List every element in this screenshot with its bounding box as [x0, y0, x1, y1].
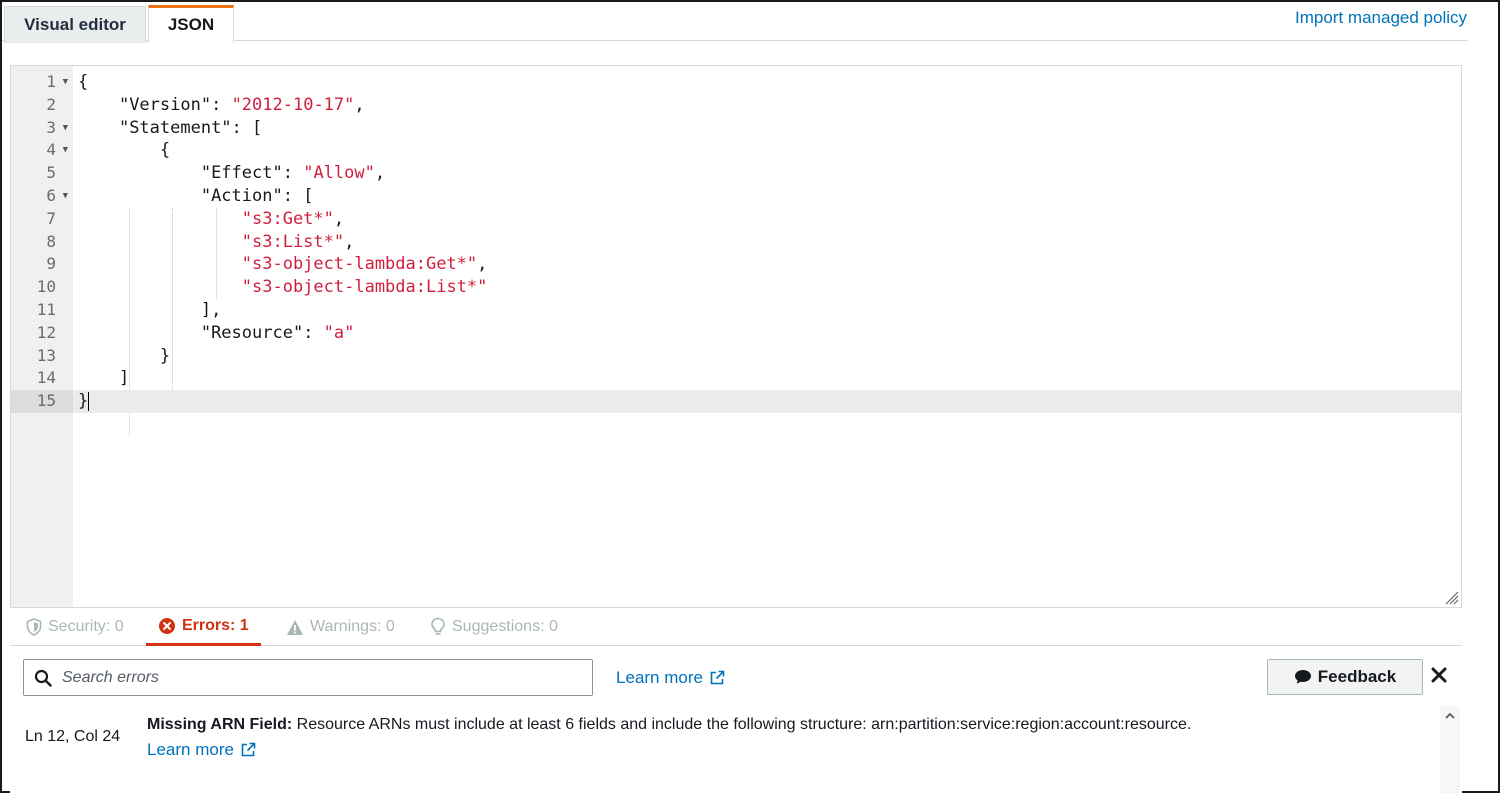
error-title: Missing ARN Field:: [147, 716, 293, 733]
tab-warnings[interactable]: Warnings: 0: [282, 608, 399, 646]
line-number: 10: [36, 277, 56, 297]
resize-handle-icon[interactable]: [1443, 589, 1459, 605]
close-icon[interactable]: [1430, 666, 1448, 684]
code-line: 11 ],: [11, 299, 1461, 322]
code-line: 4 ▼ {: [11, 139, 1461, 162]
feedback-button[interactable]: Feedback: [1267, 659, 1423, 695]
line-number: 1 ▼: [11, 71, 73, 94]
shield-icon: [26, 618, 42, 636]
editor-tabbar: Visual editor JSON: [2, 2, 1468, 43]
line-number: 6 ▼: [11, 185, 73, 208]
line-number: 2: [46, 94, 56, 114]
warning-triangle-icon: [287, 619, 303, 635]
fold-arrow-icon[interactable]: ▼: [63, 117, 68, 140]
fold-arrow-icon[interactable]: ▼: [63, 71, 68, 94]
code-lines: 1 ▼ { 2 "Version": "2012-10-17", 3 ▼ "Stat…: [11, 71, 1461, 413]
tab-errors[interactable]: Errors: 1: [146, 608, 261, 646]
tab-security[interactable]: Security: 0: [22, 608, 128, 646]
code-line: 9 "s3-object-lambda:Get*",: [11, 253, 1461, 276]
speech-bubble-icon: [1294, 670, 1311, 684]
code-line: 10 "s3-object-lambda:List*": [11, 276, 1461, 299]
lightbulb-icon: [431, 617, 445, 635]
code-line: 3 ▼ "Statement": [: [11, 117, 1461, 140]
search-errors-input[interactable]: [62, 668, 562, 687]
external-link-icon: [710, 670, 725, 685]
line-number: 8: [46, 231, 56, 251]
code-line: 2 "Version": "2012-10-17",: [11, 94, 1461, 117]
error-message: Missing ARN Field: Resource ARNs must in…: [147, 716, 1191, 734]
fold-arrow-icon[interactable]: ▼: [63, 185, 68, 208]
line-number: 14: [36, 368, 56, 388]
code-line: 14 ]: [11, 367, 1461, 390]
line-number: 5: [46, 163, 56, 183]
import-managed-policy-link[interactable]: Import managed policy: [1295, 8, 1467, 28]
code-line: 7 "s3:Get*",: [11, 208, 1461, 231]
chevron-up-icon[interactable]: [1444, 710, 1456, 722]
line-number: 15: [11, 390, 73, 413]
json-code-editor[interactable]: 1 ▼ { 2 "Version": "2012-10-17", 3 ▼ "Stat…: [10, 65, 1462, 608]
code-line: 13 }: [11, 345, 1461, 368]
search-icon: [34, 669, 52, 687]
code-line: 5 "Effect": "Allow",: [11, 162, 1461, 185]
line-number: 9: [46, 254, 56, 274]
code-line: 12 "Resource": "a": [11, 322, 1461, 345]
code-line-active: 15 }: [11, 390, 1461, 413]
tab-json[interactable]: JSON: [148, 5, 234, 43]
error-location: Ln 12, Col 24: [25, 728, 121, 745]
code-line: 8 "s3:List*",: [11, 231, 1461, 254]
error-learn-more-link[interactable]: Learn more: [147, 740, 256, 760]
line-number: 13: [36, 345, 56, 365]
error-text: Resource ARNs must include at least 6 fi…: [292, 716, 1192, 733]
learn-more-link[interactable]: Learn more: [616, 668, 725, 688]
line-number: 11: [36, 299, 56, 319]
text-caret: [88, 392, 89, 412]
code-line: 6 ▼ "Action": [: [11, 185, 1461, 208]
external-link-icon: [241, 742, 256, 757]
code-line: 1 ▼ {: [11, 71, 1461, 94]
error-circle-icon: [159, 617, 175, 634]
tab-visual-editor[interactable]: Visual editor: [4, 6, 146, 43]
search-errors-box[interactable]: [23, 659, 593, 696]
tab-suggestions[interactable]: Suggestions: 0: [426, 608, 562, 646]
fold-arrow-icon[interactable]: ▼: [63, 139, 68, 162]
line-number: 12: [36, 322, 56, 342]
validation-tabs: Security: 0 Errors: 1 Warnings: 0 Sugges…: [10, 608, 1462, 646]
line-number: 4 ▼: [11, 139, 73, 162]
line-number: 3 ▼: [11, 117, 73, 140]
errors-panel: Learn more Feedback Ln 12, Col 24 Missin…: [10, 646, 1462, 793]
line-number: 7: [46, 208, 56, 228]
